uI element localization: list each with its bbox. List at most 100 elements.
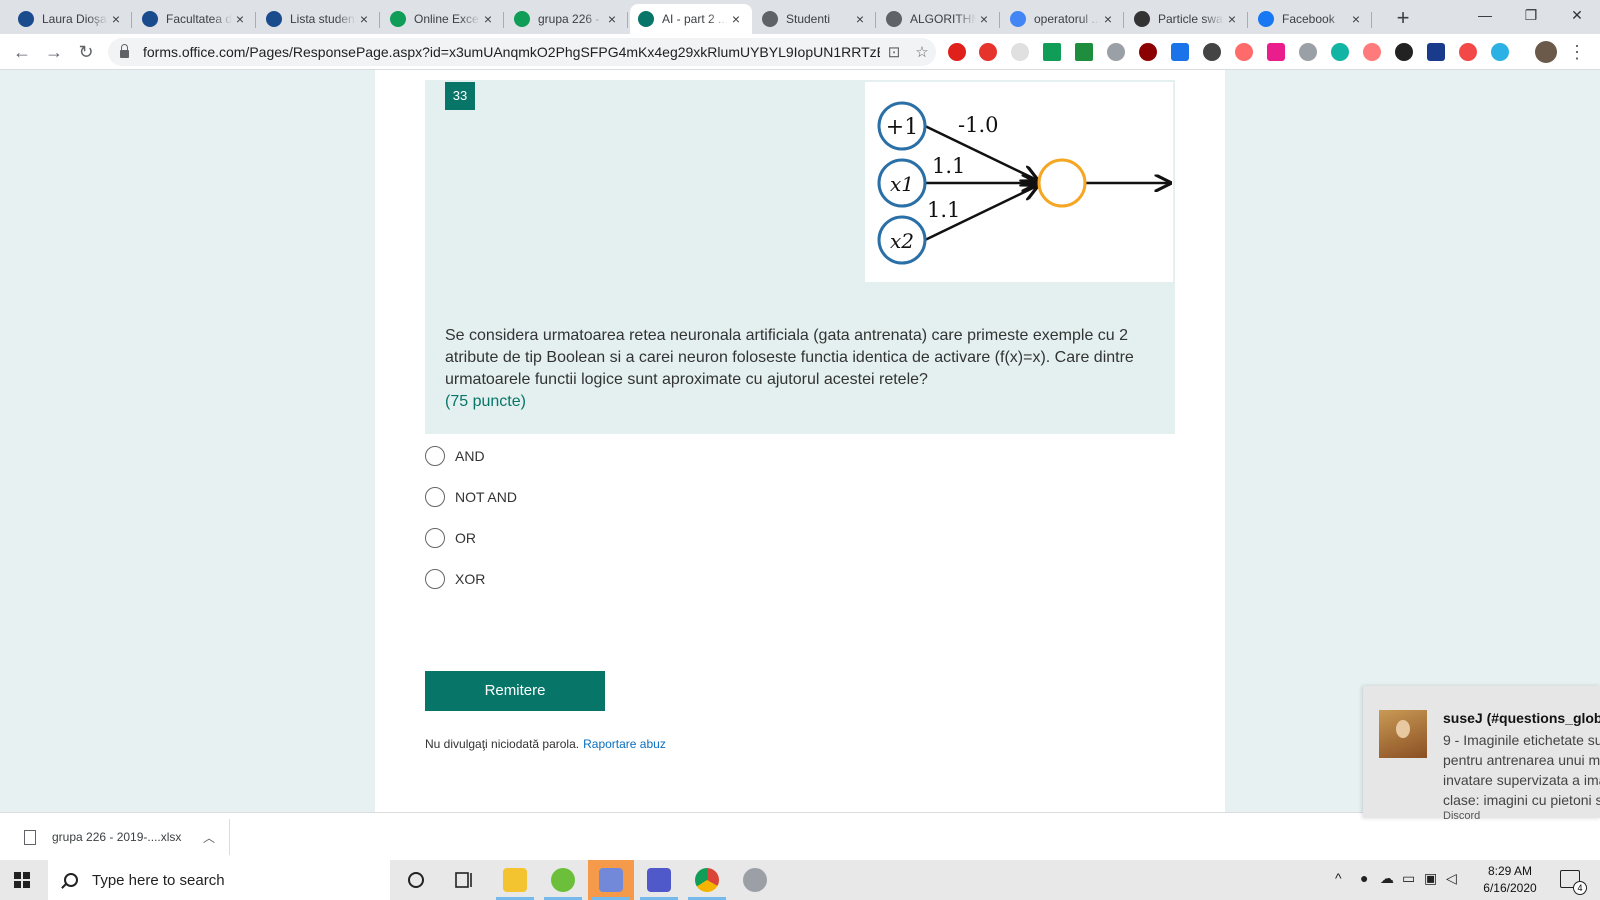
taskbar-search-placeholder: Type here to search [92, 871, 225, 889]
close-tab-icon[interactable]: × [1100, 11, 1116, 27]
close-tab-icon[interactable]: × [852, 11, 868, 27]
new-tab-button[interactable]: + [1390, 6, 1416, 32]
extension-icon[interactable] [1075, 43, 1093, 61]
option-or[interactable]: OR [425, 526, 476, 550]
password-warning: Nu divulgaţi niciodată parola. [425, 737, 580, 751]
tab-title: Laura Dioşan - ... [42, 12, 108, 26]
browser-menu-icon[interactable]: ⋮ [1568, 40, 1586, 64]
discord-notification[interactable]: suseJ (#questions_global) 9 - Imaginile … [1363, 686, 1600, 822]
browser-tab[interactable]: operatorul ... × [1002, 4, 1124, 34]
back-button[interactable]: ← [10, 40, 34, 64]
extension-icon[interactable] [1459, 43, 1477, 61]
restore-button[interactable]: ❐ [1508, 0, 1554, 30]
close-window-button[interactable]: ✕ [1554, 0, 1600, 30]
question-text: Se considera urmatoarea retea neuronala … [445, 327, 1134, 388]
notification-line: clase: imagini cu pietoni si [1443, 792, 1600, 808]
extension-icon[interactable] [1363, 43, 1381, 61]
cortana-icon[interactable] [402, 866, 430, 894]
chrome-icon[interactable] [684, 860, 730, 900]
radio-button[interactable] [425, 528, 445, 548]
task-view-icon[interactable] [450, 866, 478, 894]
radio-button[interactable] [425, 569, 445, 589]
browser-tab[interactable]: Online Excel ...× [382, 4, 504, 34]
extension-icon[interactable] [948, 43, 966, 61]
close-tab-icon[interactable]: × [728, 11, 744, 27]
extension-icon[interactable] [979, 43, 997, 61]
extension-icon[interactable] [1267, 43, 1285, 61]
radio-button[interactable] [425, 446, 445, 466]
close-tab-icon[interactable]: × [108, 11, 124, 27]
reload-button[interactable]: ↻ [74, 40, 98, 64]
utorrent-icon[interactable] [540, 860, 586, 900]
app-icon[interactable] [732, 860, 778, 900]
option-xor[interactable]: XOR [425, 567, 485, 591]
browser-tab[interactable]: Particle swarm ...× [1126, 4, 1248, 34]
extension-icon[interactable] [1427, 43, 1445, 61]
power-icon[interactable]: ▭ [1402, 870, 1415, 887]
question-card: 33 +1 x1 x2 -1.0 1.1 1.1 Se considera ur… [425, 80, 1175, 434]
close-tab-icon[interactable]: × [604, 11, 620, 27]
windows-start-icon[interactable] [14, 872, 30, 888]
bookmark-star-icon[interactable]: ☆ [908, 43, 936, 61]
tab-title: Studenti [786, 12, 831, 26]
discord-icon[interactable] [588, 860, 634, 900]
close-tab-icon[interactable]: × [1348, 11, 1364, 27]
camera-icon[interactable] [1299, 43, 1317, 61]
tab-strip: Laura Dioşan - ...×Facultatea de ...×Lis… [0, 0, 1600, 34]
avatar [1379, 710, 1427, 758]
teams-icon[interactable] [636, 860, 682, 900]
action-center-icon[interactable]: 4 [1560, 870, 1587, 895]
download-item[interactable]: grupa 226 - 2019-....xlsx ︿ [14, 819, 230, 855]
microphone-icon[interactable]: ● [1360, 870, 1368, 886]
browser-tab[interactable]: Lista studenti ...× [258, 4, 380, 34]
option-and[interactable]: AND [425, 444, 485, 468]
browser-tab[interactable]: Facultatea de ...× [134, 4, 256, 34]
x2-label: x2 [890, 229, 914, 253]
extension-icon[interactable] [1171, 43, 1189, 61]
browser-tab[interactable]: Laura Dioşan - ...× [10, 4, 132, 34]
browser-tab[interactable]: grupa 226 - ...× [506, 4, 628, 34]
form-page: 33 +1 x1 x2 -1.0 1.1 1.1 Se considera ur… [375, 70, 1225, 812]
extension-icon[interactable] [1395, 43, 1413, 61]
clock-date: 6/16/2020 [1483, 881, 1537, 895]
option-not-and[interactable]: NOT AND [425, 485, 517, 509]
browser-tab[interactable]: ALGORITHMS ...× [878, 4, 1000, 34]
close-tab-icon[interactable]: × [976, 11, 992, 27]
browser-tab[interactable]: Facebook × [1250, 4, 1372, 34]
system-clock[interactable]: 8:29 AM 6/16/2020 [1465, 863, 1555, 897]
report-abuse-link[interactable]: Raportare abuz [583, 737, 666, 751]
forward-button[interactable]: → [42, 40, 66, 64]
browser-tab[interactable]: Studenti × [754, 4, 876, 34]
extension-icon[interactable] [1011, 43, 1029, 61]
file-explorer-icon[interactable] [492, 860, 538, 900]
browser-tab[interactable]: AI - part 2 ... × [630, 4, 752, 34]
extension-icon[interactable] [1107, 43, 1125, 61]
profile-avatar[interactable] [1535, 41, 1557, 63]
radio-button[interactable] [425, 487, 445, 507]
chevron-up-icon[interactable]: ^ [1335, 870, 1342, 886]
extension-icon[interactable] [1331, 43, 1349, 61]
address-bar[interactable]: forms.office.com/Pages/ResponsePage.aspx… [108, 38, 936, 66]
close-tab-icon[interactable]: × [232, 11, 248, 27]
chevron-up-icon[interactable]: ︿ [203, 829, 215, 846]
option-label: AND [455, 448, 485, 464]
x1-label: x1 [890, 172, 914, 196]
globe-icon [886, 11, 902, 27]
extension-icon[interactable] [1139, 43, 1157, 61]
network-icon[interactable]: ▣ [1424, 870, 1437, 887]
close-tab-icon[interactable]: × [1224, 11, 1240, 27]
extension-icon[interactable] [1235, 43, 1253, 61]
taskbar-search-box[interactable]: Type here to search [48, 860, 390, 900]
submit-button[interactable]: Remitere [425, 671, 605, 711]
notification-line: pentru antrenarea unui model de [1443, 752, 1600, 768]
close-tab-icon[interactable]: × [356, 11, 372, 27]
extension-icon[interactable] [1491, 43, 1509, 61]
onedrive-icon[interactable]: ☁ [1380, 870, 1394, 887]
extension-icon[interactable] [1203, 43, 1221, 61]
lock-icon [120, 44, 129, 58]
extension-icon[interactable] [1043, 43, 1061, 61]
minimize-button[interactable]: — [1462, 0, 1508, 30]
close-tab-icon[interactable]: × [480, 11, 496, 27]
volume-icon[interactable]: ◁ [1446, 870, 1457, 887]
translate-icon[interactable]: ⊡ [880, 43, 908, 61]
